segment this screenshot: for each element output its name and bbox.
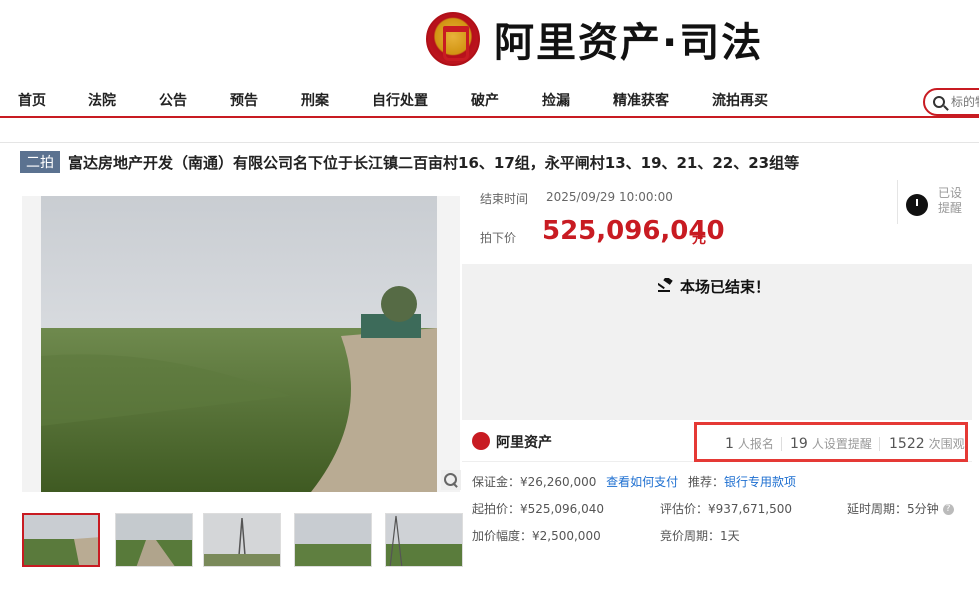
main-image-panel: [22, 196, 460, 492]
nav-item-announcement[interactable]: 公告: [159, 90, 187, 110]
auction-title: 富达房地产开发（南通）有限公司名下位于长江镇二百亩村16、17组，永平闸村13、…: [68, 153, 800, 172]
gavel-icon: [658, 278, 673, 292]
alarm-clock-icon: [906, 194, 928, 216]
stat-divider: [781, 437, 782, 451]
thumbnail-2[interactable]: [115, 513, 193, 567]
platform-row: 阿里资产 1 人报名 19 人设置提醒 1522 次围观: [462, 422, 972, 462]
eval-price: 评估价：¥937,671,500: [660, 502, 792, 516]
nav-item-criminal[interactable]: 刑案: [301, 90, 329, 110]
recommend-label: 推荐：: [688, 475, 725, 489]
nav-item-rebuy[interactable]: 流拍再买: [712, 90, 768, 110]
platform-name: 阿里资产: [496, 435, 552, 451]
auction-ended-panel: 本场已结束！: [462, 264, 972, 420]
price-label: 拍下价: [480, 231, 517, 245]
zoom-icon[interactable]: [441, 470, 461, 490]
bid-cycle: 竞价周期：1天: [660, 529, 740, 543]
help-icon[interactable]: ?: [942, 504, 954, 515]
thumbnail-4[interactable]: [294, 513, 372, 567]
divider: [0, 142, 979, 143]
bank-funds-link[interactable]: 银行专用款项: [724, 475, 796, 489]
search-box[interactable]: [923, 88, 979, 116]
auction-ended-text: 本场已结束！: [680, 278, 771, 296]
stats-highlight: 1 人报名 19 人设置提醒 1522 次围观: [694, 422, 968, 462]
ali-asset-logo-icon: [472, 432, 490, 450]
auction-info: 结束时间 2025/09/29 10:00:00 拍下价 525,096,040…: [462, 180, 972, 262]
end-time-label: 结束时间: [480, 192, 529, 206]
price-unit: 元: [692, 231, 706, 247]
auction-round-badge: 二拍: [20, 151, 60, 173]
search-input[interactable]: [951, 95, 979, 109]
delay-period-row: 延时周期：5分钟?: [847, 500, 954, 517]
logo-text: 阿里资产·司法: [494, 20, 764, 66]
reminder-text: 已设提醒: [938, 186, 963, 215]
delay-period: 延时周期：5分钟: [847, 502, 939, 516]
start-price: 起拍价：¥525,096,040: [472, 502, 604, 516]
stat-views: 1522 次围观: [889, 436, 965, 452]
nav-item-court[interactable]: 法院: [88, 90, 116, 110]
stat-divider: [879, 437, 880, 451]
stat-registered: 1 人报名: [725, 436, 774, 452]
nav-item-bankruptcy[interactable]: 破产: [471, 90, 499, 110]
thumbnail-5[interactable]: [385, 513, 463, 567]
deposit-row: 保证金：¥26,260,000 查看如何支付 推荐：银行专用款项: [472, 473, 796, 490]
stat-reminders: 19 人设置提醒: [790, 436, 872, 452]
nav-item-precise-leads[interactable]: 精准获客: [613, 90, 669, 110]
thumbnail-3[interactable]: [203, 513, 281, 567]
main-nav: 首页 法院 公告 预告 刑案 自行处置 破产 捡漏 精准获客 流拍再买: [0, 82, 979, 118]
increment: 加价幅度：¥2,500,000: [472, 529, 601, 543]
site-logo[interactable]: 阿里资产·司法: [426, 8, 763, 70]
court-emblem-icon: [426, 12, 480, 66]
thumbnail-1[interactable]: [22, 513, 100, 567]
nav-item-home[interactable]: 首页: [18, 90, 46, 110]
deposit-text: 保证金：¥26,260,000: [472, 475, 597, 489]
end-time-value: 2025/09/29 10:00:00: [546, 190, 673, 204]
auction-title-row: 二拍 富达房地产开发（南通）有限公司名下位于长江镇二百亩村16、17组，永平闸村…: [20, 151, 799, 173]
how-to-pay-link[interactable]: 查看如何支付: [606, 475, 678, 489]
search-icon[interactable]: [933, 96, 945, 108]
main-photo[interactable]: [41, 196, 437, 492]
reminder-button[interactable]: 已设提醒: [897, 180, 972, 224]
nav-item-bargain[interactable]: 捡漏: [542, 90, 570, 110]
nav-item-self-disposal[interactable]: 自行处置: [372, 90, 428, 110]
nav-item-preview[interactable]: 预告: [230, 90, 258, 110]
